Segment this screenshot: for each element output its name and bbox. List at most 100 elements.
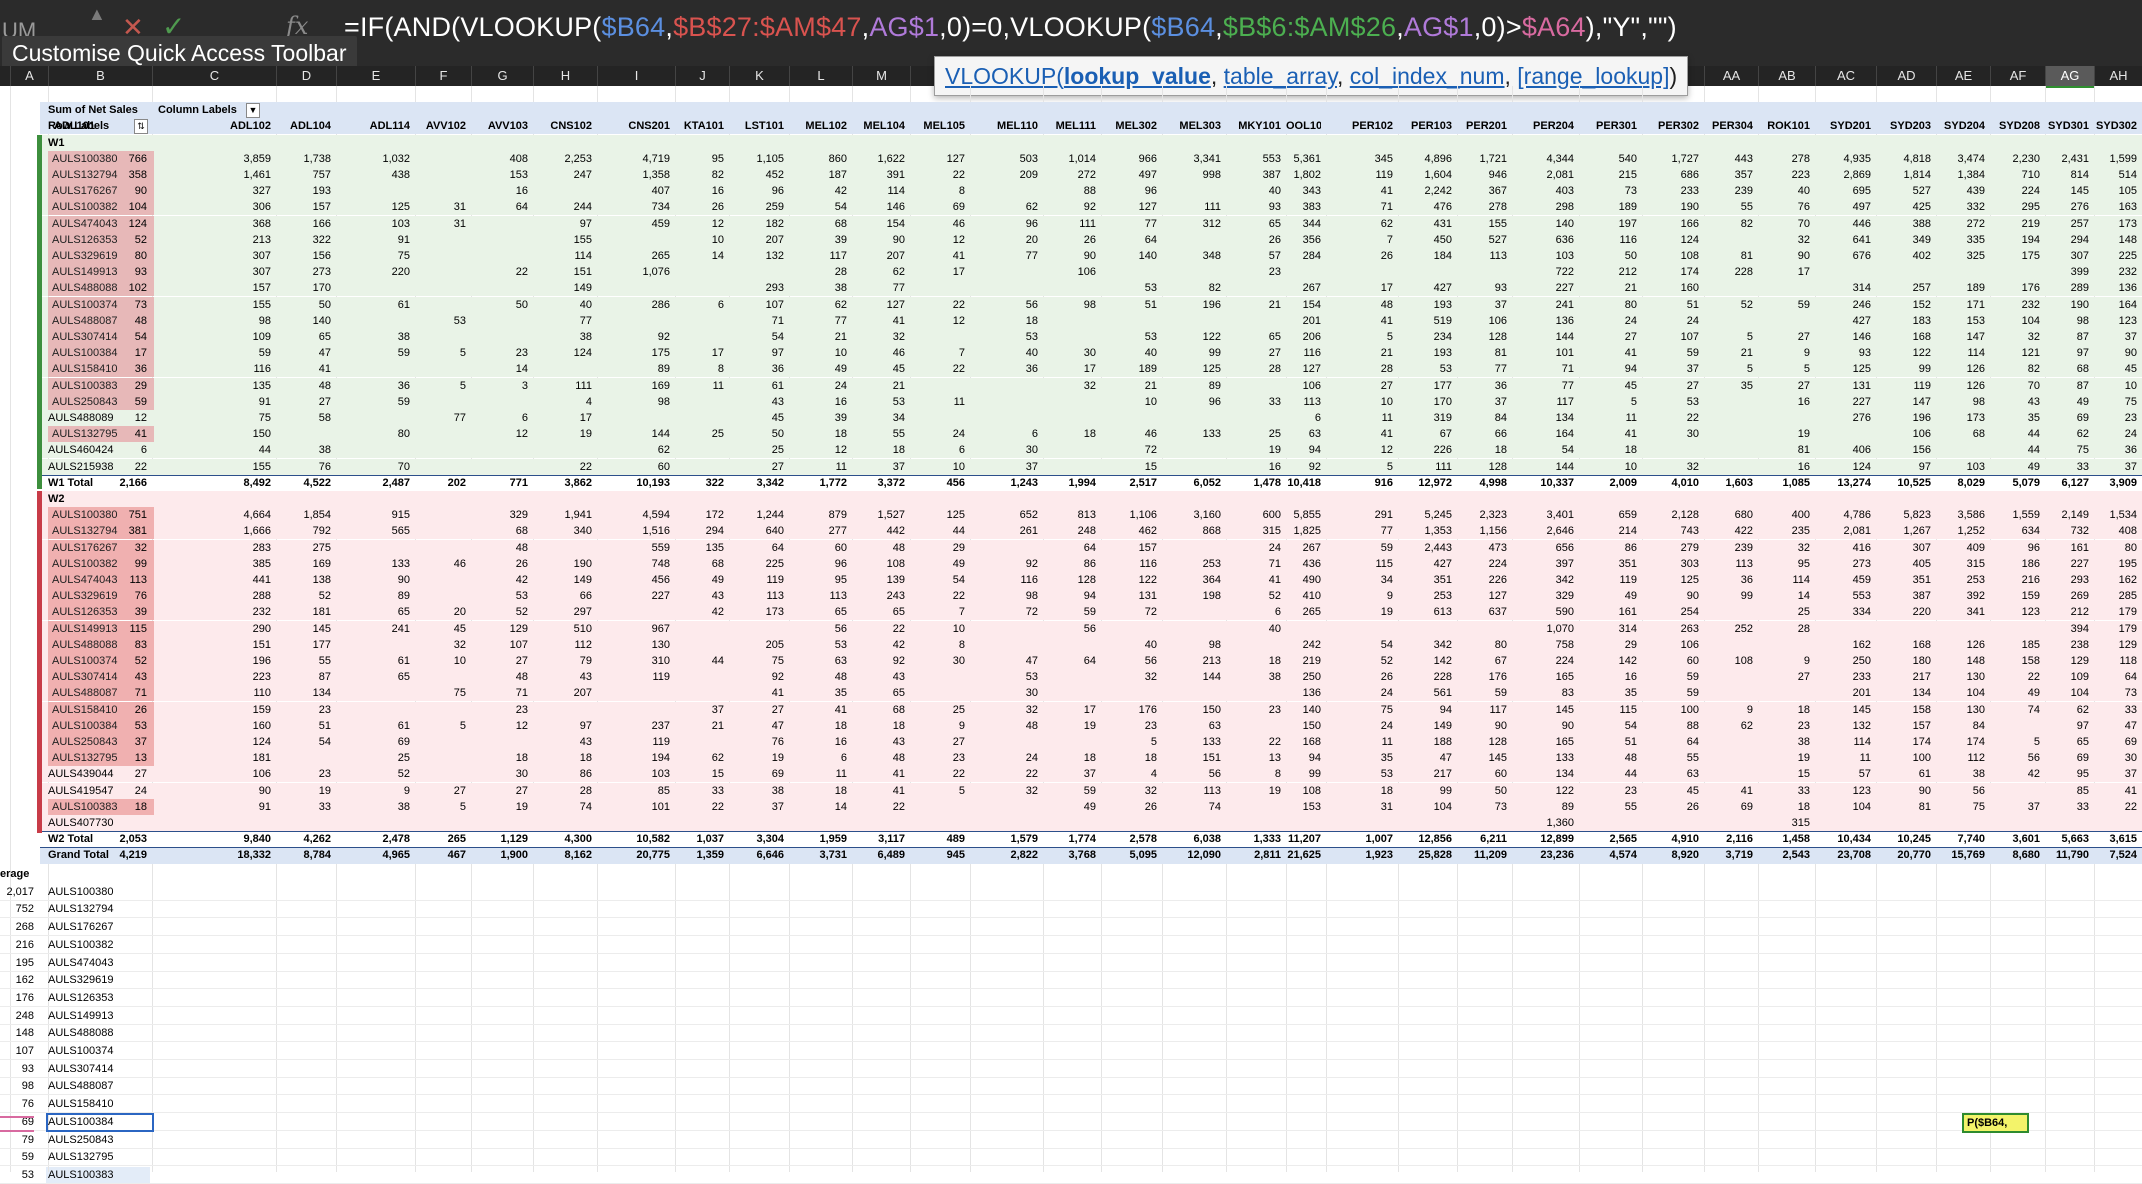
pivot-cell[interactable]: 85	[597, 783, 670, 799]
pivot-cell[interactable]: 82	[1162, 280, 1221, 296]
pivot-cell[interactable]: 3,615	[2094, 831, 2137, 847]
pivot-column-header[interactable]: ADL114	[336, 118, 410, 134]
pivot-cell[interactable]	[1162, 604, 1221, 620]
pivot-cell[interactable]: 136	[1286, 685, 1321, 701]
pivot-cell[interactable]: 1,721	[1457, 151, 1507, 167]
pivot-cell[interactable]: 52	[471, 604, 528, 620]
pivot-cell[interactable]: 157	[1876, 718, 1931, 734]
pivot-cell[interactable]	[1936, 815, 1985, 831]
pivot-cell[interactable]: 36	[1704, 572, 1753, 588]
pivot-cell[interactable]: 18	[533, 750, 592, 766]
pivot-cell[interactable]: 77	[852, 280, 905, 296]
pivot-cell[interactable]: 49	[789, 361, 847, 377]
pivot-column-header[interactable]: PER103	[1398, 118, 1452, 134]
pivot-cell[interactable]: 65	[852, 604, 905, 620]
pivot-cell[interactable]: 97	[2045, 345, 2089, 361]
pivot-cell[interactable]: 27	[471, 653, 528, 669]
pivot-cell[interactable]	[1815, 621, 1871, 637]
pivot-cell[interactable]: 307	[152, 248, 271, 264]
pivot-cell[interactable]: 119	[1579, 572, 1637, 588]
pivot-cell[interactable]	[729, 815, 784, 831]
pivot-cell[interactable]: 61	[336, 297, 410, 313]
pivot-cell[interactable]: 1,070	[1512, 621, 1574, 637]
pivot-cell[interactable]: 10	[1101, 394, 1157, 410]
pivot-cell[interactable]: 128	[1043, 572, 1096, 588]
pivot-cell[interactable]: 8	[910, 637, 965, 653]
pivot-cell[interactable]: 409	[1936, 540, 1985, 556]
pivot-cell[interactable]: 5,095	[1101, 847, 1157, 863]
pivot-cell[interactable]: 18	[1758, 799, 1810, 815]
pivot-cell[interactable]	[1704, 410, 1753, 426]
pivot-cell[interactable]: 53	[970, 329, 1038, 345]
pivot-cell[interactable]: 160	[152, 718, 271, 734]
pivot-cell[interactable]: 129	[2094, 637, 2137, 653]
pivot-cell[interactable]	[471, 394, 528, 410]
pivot-cell[interactable]: 22	[852, 799, 905, 815]
pivot-cell[interactable]	[970, 280, 1038, 296]
pivot-cell[interactable]: 24	[1326, 718, 1393, 734]
pivot-cell[interactable]: 285	[2094, 588, 2137, 604]
pivot-cell[interactable]	[1101, 313, 1157, 329]
pivot-cell[interactable]: 383	[1286, 199, 1321, 215]
pivot-cell[interactable]	[471, 815, 528, 831]
formula-input[interactable]: =IF(AND(VLOOKUP($B64,$B$27:$AM$47,AG$1,0…	[344, 12, 1677, 43]
pivot-cell[interactable]: 315	[1758, 815, 1810, 831]
pivot-cell[interactable]: 118	[2094, 653, 2137, 669]
pivot-cell[interactable]: 22	[910, 167, 965, 183]
pivot-cell[interactable]: 41	[1326, 313, 1393, 329]
pivot-cell[interactable]: 473	[1457, 540, 1507, 556]
pivot-cell[interactable]: 30	[910, 653, 965, 669]
pivot-cell[interactable]: 67	[1398, 426, 1452, 442]
pivot-cell[interactable]: 41	[789, 702, 847, 718]
pivot-cell[interactable]: 185	[1990, 637, 2040, 653]
pivot-cell[interactable]: 34	[852, 410, 905, 426]
pivot-cell[interactable]: 117	[789, 248, 847, 264]
pivot-cell[interactable]: 19	[1326, 604, 1393, 620]
pivot-cell[interactable]: 19	[729, 750, 784, 766]
pivot-cell[interactable]: 42	[1990, 766, 2040, 782]
pivot-cell[interactable]: 96	[1990, 540, 2040, 556]
pivot-cell[interactable]: 3,731	[789, 847, 847, 863]
pivot-cell[interactable]: 1,534	[2094, 507, 2137, 523]
average-value[interactable]: 162	[0, 972, 34, 989]
pivot-cell[interactable]: 108	[852, 556, 905, 572]
pivot-cell[interactable]: 9	[1704, 702, 1753, 718]
pivot-column-header[interactable]: SYD301	[2045, 118, 2089, 134]
pivot-cell[interactable]: 59	[1457, 685, 1507, 701]
pivot-cell[interactable]: 27	[1642, 378, 1699, 394]
pivot-cell[interactable]: 6,038	[1162, 831, 1221, 847]
pivot-cell[interactable]: 4,786	[1815, 507, 1871, 523]
pivot-cell[interactable]: 51	[276, 718, 331, 734]
pivot-cell[interactable]: 3,304	[729, 831, 784, 847]
pivot-cell[interactable]: 43	[533, 734, 592, 750]
pivot-cell[interactable]: 98	[1043, 297, 1096, 313]
pivot-cell[interactable]: 63	[1162, 718, 1221, 734]
pivot-cell[interactable]: 297	[533, 604, 592, 620]
pivot-cell[interactable]: 265	[415, 831, 466, 847]
pivot-cell[interactable]: 82	[1704, 216, 1753, 232]
pivot-cell[interactable]: 27	[729, 459, 784, 475]
pivot-cell[interactable]	[1936, 442, 1985, 458]
pivot-cell[interactable]: 184	[1398, 248, 1452, 264]
pivot-cell[interactable]: 446	[1815, 216, 1871, 232]
pivot-cell[interactable]: 124	[1815, 459, 1871, 475]
pivot-cell[interactable]: 319	[1398, 410, 1452, 426]
pivot-cell[interactable]: 503	[970, 151, 1038, 167]
pivot-cell[interactable]: 422	[1704, 523, 1753, 539]
pivot-cell[interactable]: 641	[1815, 232, 1871, 248]
pivot-cell[interactable]	[336, 540, 410, 556]
pivot-cell[interactable]: 166	[276, 216, 331, 232]
pivot-cell[interactable]: 88	[1043, 183, 1096, 199]
pivot-cell[interactable]: 162	[1815, 637, 1871, 653]
pivot-cell[interactable]: 35	[1990, 410, 2040, 426]
pivot-cell[interactable]: 2,128	[1642, 507, 1699, 523]
pivot-cell[interactable]: 116	[1286, 345, 1321, 361]
pivot-cell[interactable]: 27	[415, 783, 466, 799]
pivot-cell[interactable]: 59	[336, 345, 410, 361]
pivot-cell[interactable]: 659	[1579, 507, 1637, 523]
pivot-cell[interactable]: 144	[1512, 329, 1574, 345]
pivot-cell[interactable]: 150	[1162, 702, 1221, 718]
pivot-cell[interactable]: 237	[597, 718, 670, 734]
pivot-cell[interactable]: 310	[597, 653, 670, 669]
pivot-cell[interactable]: 98	[152, 313, 271, 329]
